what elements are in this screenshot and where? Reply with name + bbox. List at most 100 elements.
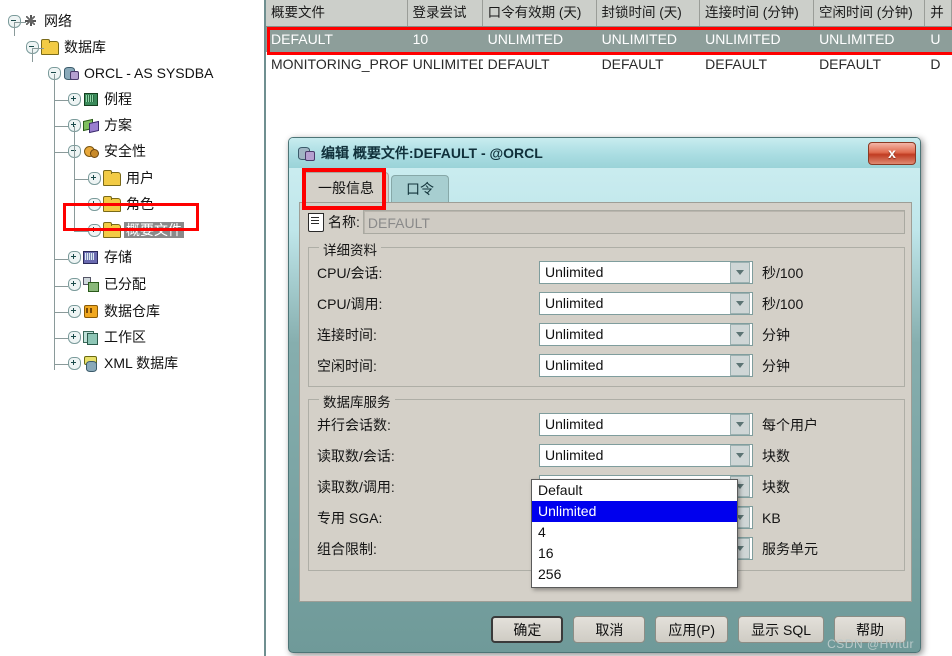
schema-icon	[83, 118, 99, 132]
detail-combo-0[interactable]: Unlimited	[539, 261, 753, 284]
tree-connector	[54, 364, 68, 365]
grid-column-header[interactable]: 概要文件	[266, 0, 408, 26]
detail-row: CPU/调用: Unlimited 秒/100	[309, 288, 904, 319]
chevron-down-icon[interactable]	[730, 324, 750, 345]
tree-item-8[interactable]: 概要文件	[88, 219, 184, 241]
tab-password-label: 口令	[406, 181, 434, 197]
detail-unit: 秒/100	[762, 295, 804, 312]
tree-item-12[interactable]: 工作区	[68, 326, 148, 348]
table-row[interactable]: MONITORING_PROFILEUNLIMITEDDEFAULTDEFAUL…	[266, 52, 952, 77]
grid-column-header[interactable]: 登录尝试	[408, 0, 483, 26]
grid-cell: MONITORING_PROFILE	[271, 56, 408, 72]
instance-icon	[83, 92, 99, 106]
expand-plus-icon[interactable]	[88, 197, 101, 211]
dialog-button-取消[interactable]: 取消	[573, 616, 646, 643]
dbservice-combo-0[interactable]: Unlimited	[539, 413, 753, 436]
navigator-tree-panel: 网络数据库 ORCL - AS SYSDBA 例程方案安全性用户角色概要文件存储已分…	[0, 0, 266, 656]
expand-plus-icon[interactable]	[68, 277, 81, 291]
chevron-down-icon[interactable]	[730, 414, 750, 435]
tree-item-13[interactable]: XML 数据库	[68, 352, 180, 374]
detail-unit: 分钟	[762, 326, 790, 343]
application-window: 网络 数据库 ORCL - AS SYSDBA 例程 方案 安全性 用户 角色 概要文件 存储 已分…	[0, 0, 952, 656]
tree-item-label: ORCL - AS SYSDBA	[84, 65, 214, 81]
dialog-button-应用(P)[interactable]: 应用(P)	[655, 616, 729, 643]
profiles-grid[interactable]: 概要文件 登录尝试 口令有效期 (天) 封锁时间 (天) 连接时间 (分钟) 空闲时间 (…	[266, 0, 952, 77]
dbservice-combo-1[interactable]: Unlimited	[539, 444, 753, 467]
detail-row: CPU/会话: Unlimited 秒/100	[309, 257, 904, 288]
name-input[interactable]: DEFAULT	[362, 210, 905, 234]
folder-icon	[103, 222, 121, 238]
grid-column-header[interactable]: 并	[925, 0, 952, 26]
detail-combo-3[interactable]: Unlimited	[539, 354, 753, 377]
tree-item-7[interactable]: 角色	[88, 193, 156, 215]
grid-column-header[interactable]: 口令有效期 (天)	[483, 0, 597, 26]
grid-cell: UNLIMITED	[487, 31, 564, 47]
tree-connector	[54, 126, 68, 127]
tab-password[interactable]: 口令	[391, 175, 449, 202]
combo-value: Unlimited	[545, 264, 604, 280]
grid-header-row[interactable]: 概要文件 登录尝试 口令有效期 (天) 封锁时间 (天) 连接时间 (分钟) 空闲时间 (…	[266, 0, 952, 27]
tree-item-6[interactable]: 用户	[88, 167, 156, 189]
dropdown-option[interactable]: 4	[532, 522, 737, 543]
tree-item-0[interactable]: 网络	[8, 10, 74, 32]
dropdown-option[interactable]: 16	[532, 543, 737, 564]
dialog-title-bar[interactable]: 编辑 概要文件:DEFAULT - @ORCL x	[289, 138, 920, 168]
details-rows: CPU/会话: Unlimited 秒/100 CPU/调用: Unlimited 秒/1…	[309, 248, 904, 381]
dropdown-option[interactable]: 256	[532, 564, 737, 585]
chevron-down-icon[interactable]	[730, 355, 750, 376]
tree-item-4[interactable]: 方案	[68, 114, 134, 136]
tree-item-label: 用户	[126, 170, 154, 186]
detail-combo-1[interactable]: Unlimited	[539, 292, 753, 315]
tab-general[interactable]: 一般信息	[303, 172, 389, 202]
table-row[interactable]: DEFAULT 10 UNLIMITED UNLIMITED UNLIMITED UNLI…	[266, 27, 952, 52]
tree-item-10[interactable]: 已分配	[68, 273, 148, 295]
tree-item-1[interactable]: 数据库	[26, 36, 108, 58]
dialog-button-显示 SQL[interactable]: 显示 SQL	[738, 616, 824, 643]
grid-body[interactable]: DEFAULT 10 UNLIMITED UNLIMITED UNLIMITED UNLI…	[266, 27, 952, 77]
tree-item-9[interactable]: 存储	[68, 246, 134, 268]
tree-item-label: 存储	[104, 249, 132, 265]
tree-item-label: 概要文件	[124, 222, 184, 238]
grid-cell: UNLIMITED	[819, 31, 895, 47]
tree-connector	[54, 286, 68, 287]
dropdown-option[interactable]: Default	[532, 480, 737, 501]
expand-plus-icon[interactable]	[68, 250, 81, 264]
expand-plus-icon[interactable]	[68, 330, 81, 344]
tree-item-11[interactable]: 数据仓库	[68, 300, 162, 322]
folder-icon	[103, 196, 121, 212]
close-icon[interactable]: x	[868, 141, 916, 165]
grid-cell: DEFAULT	[271, 31, 333, 47]
details-group-title: 详细资料	[319, 239, 381, 259]
detail-combo-2[interactable]: Unlimited	[539, 323, 753, 346]
tree-item-3[interactable]: 例程	[68, 88, 134, 110]
chevron-down-icon[interactable]	[730, 293, 750, 314]
dbservice-label: 专用 SGA:	[317, 509, 383, 526]
tree-item-2[interactable]: ORCL - AS SYSDBA	[48, 62, 215, 84]
tab-general-label: 一般信息	[318, 179, 374, 196]
expand-plus-icon[interactable]	[88, 223, 101, 237]
dialog-button-确定[interactable]: 确定	[491, 616, 564, 643]
grid-column-header[interactable]: 空闲时间 (分钟)	[814, 0, 926, 26]
expand-plus-icon[interactable]	[68, 92, 81, 106]
expand-plus-icon[interactable]	[88, 171, 101, 185]
grid-column-header[interactable]: 连接时间 (分钟)	[700, 0, 814, 26]
expand-plus-icon[interactable]	[68, 356, 81, 370]
dbservice-label: 读取数/会话:	[317, 447, 395, 464]
grid-column-header[interactable]: 封锁时间 (天)	[597, 0, 701, 26]
grid-cell: DEFAULT	[601, 56, 664, 72]
grid-cell: D	[930, 56, 941, 72]
tree-item-5[interactable]: 安全性	[68, 140, 148, 162]
expand-plus-icon[interactable]	[68, 304, 81, 318]
tree-item-label: 安全性	[104, 143, 146, 159]
grid-cell: DEFAULT	[487, 56, 550, 72]
chevron-down-icon[interactable]	[730, 445, 750, 466]
tree-item-label: 已分配	[104, 276, 146, 292]
detail-label: 连接时间:	[317, 326, 377, 343]
dialog-tab-strip[interactable]: 一般信息 口令	[299, 168, 912, 210]
dbservice-unit: 块数	[762, 447, 790, 464]
dropdown-option[interactable]: Unlimited	[532, 501, 737, 522]
detail-label: 空闲时间:	[317, 357, 377, 374]
reads-per-call-dropdown-list[interactable]: Default Unlimited 4 16 256	[531, 479, 738, 588]
tree-connector	[74, 231, 88, 232]
chevron-down-icon[interactable]	[730, 262, 750, 283]
